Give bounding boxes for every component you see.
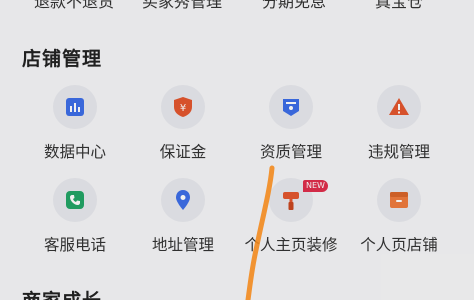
grid-label: 数据中心 [43,143,106,161]
grid-item-violation[interactable]: 违规管理 [340,85,458,165]
deposit-shield-icon: ¥ [161,85,205,129]
grid-label: 地址管理 [151,236,214,254]
svg-text:¥: ¥ [180,103,186,114]
grid-label: 保证金 [159,143,207,161]
warning-icon [377,85,421,129]
qualification-icon [269,85,313,129]
grid-label: 违规管理 [367,143,430,161]
grid-item-service-phone[interactable]: 客服电话 [16,178,134,258]
top-feature-row: 退款不退货 买家秀管理 分期免息 真宝仓 [0,0,474,12]
grid-label: 个人页店铺 [360,236,438,254]
screen: 退款不退货 买家秀管理 分期免息 真宝仓 店铺管理 数据中心 ¥ 保证金 资质管… [0,0,474,300]
top-item-warehouse[interactable]: 真宝仓 [340,0,458,12]
section-title-merchant-growth: 商家成长 [22,286,102,300]
shop-box-icon [377,178,421,222]
grid-item-homepage-decoration[interactable]: 个人主页装修 [232,178,350,258]
grid-item-address[interactable]: 地址管理 [124,178,242,258]
grid-label: 客服电话 [43,236,106,254]
grid-item-data-center[interactable]: 数据中心 [16,85,134,165]
location-pin-icon [161,178,205,222]
top-item-refund-only[interactable]: 退款不退货 [15,0,133,12]
new-badge: NEW [303,180,328,192]
top-item-buyer-show[interactable]: 买家秀管理 [123,0,241,12]
phone-icon [53,178,97,222]
grid-item-deposit[interactable]: ¥ 保证金 [124,85,242,165]
section-title-store-management: 店铺管理 [22,48,103,70]
top-item-installment[interactable]: 分期免息 [235,0,353,12]
data-chart-icon [53,85,97,129]
grid-item-qualification[interactable]: 资质管理 [232,85,350,165]
grid-label: 资质管理 [259,143,322,161]
grid-item-personal-store[interactable]: 个人页店铺 [340,178,458,258]
grid-label: 个人主页装修 [244,236,338,254]
